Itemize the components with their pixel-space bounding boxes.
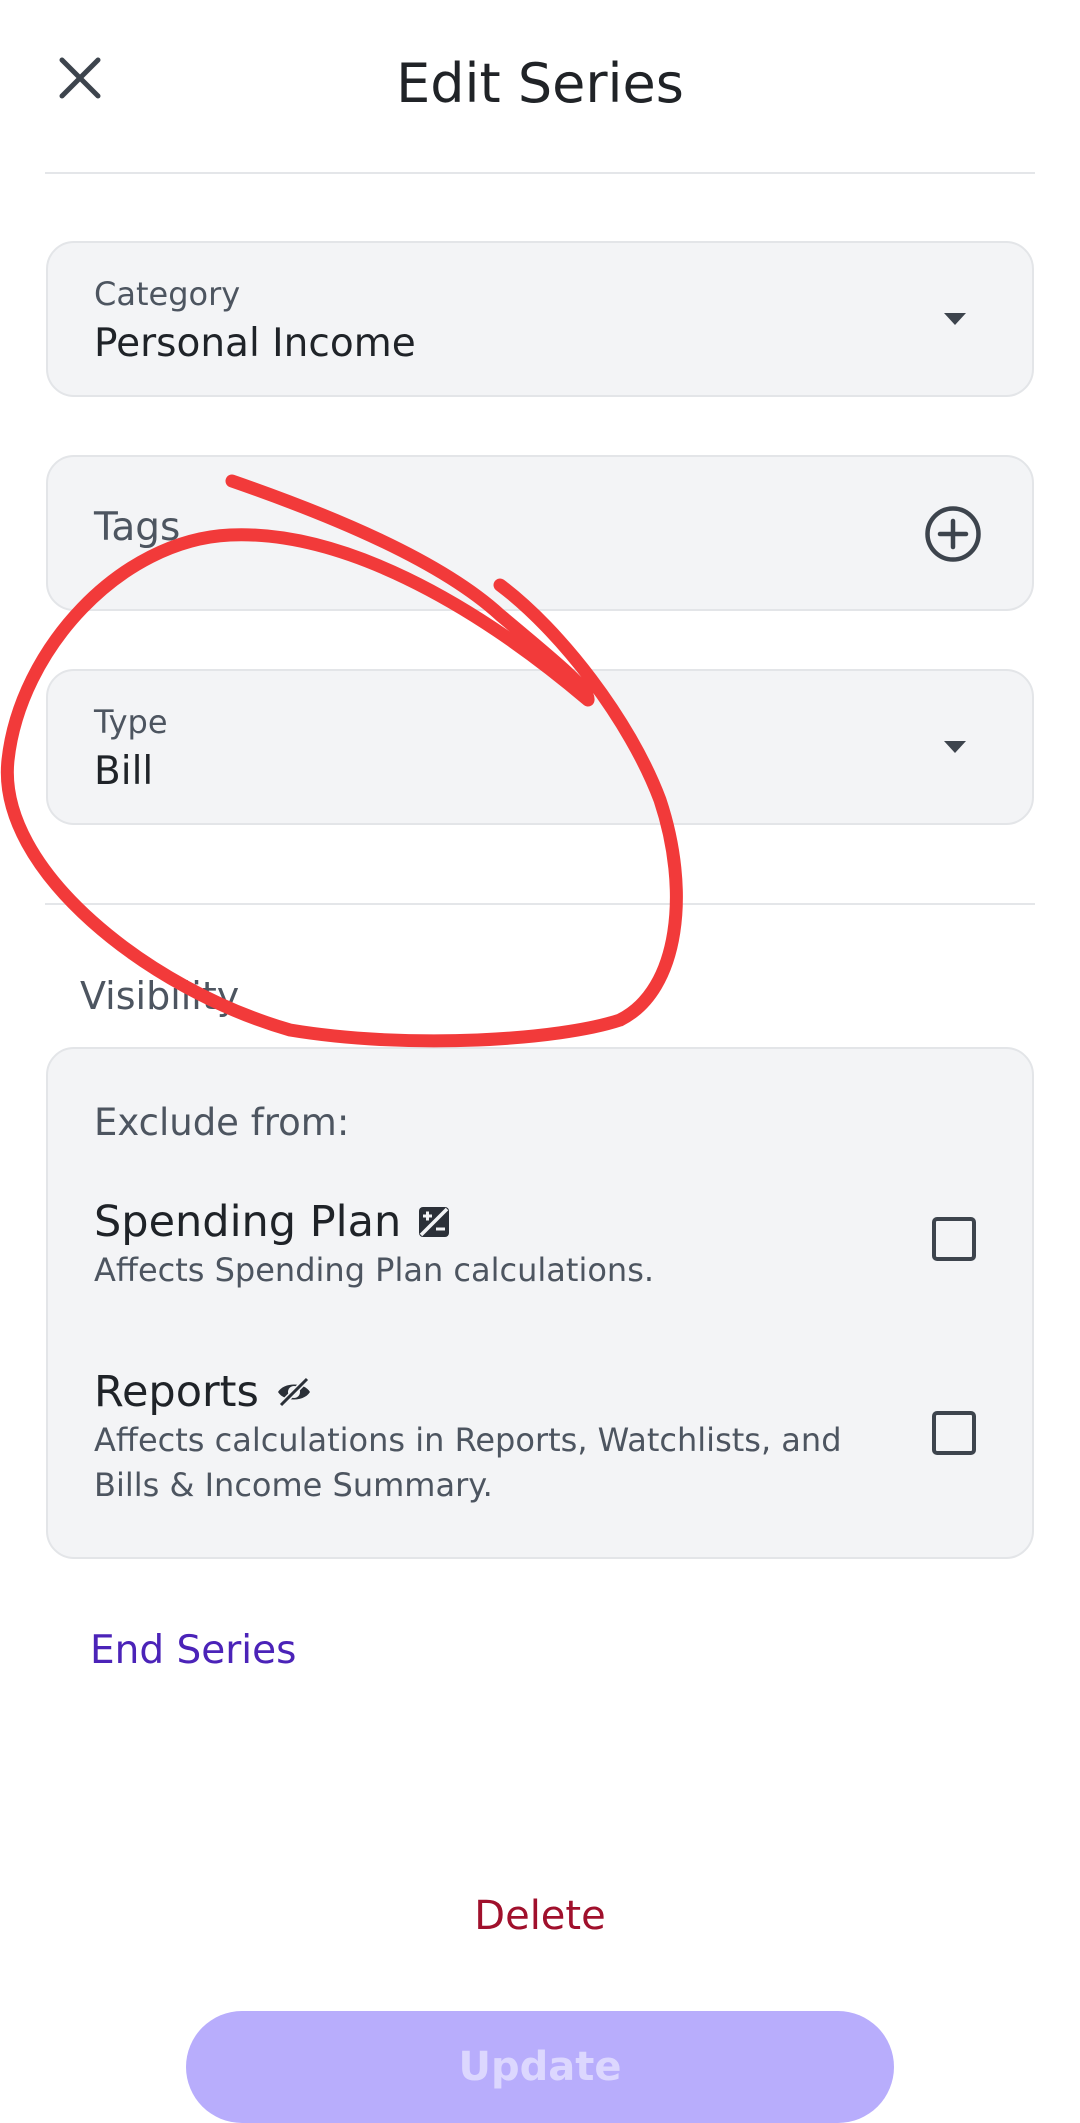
reports-description: Affects calculations in Reports, Watchli…: [94, 1421, 842, 1504]
caret-down-icon: [944, 313, 966, 325]
type-label: Type: [94, 703, 168, 741]
header: Edit Series: [0, 0, 1080, 174]
spending-plan-checkbox[interactable]: [932, 1217, 976, 1261]
reports-checkbox[interactable]: [932, 1411, 976, 1455]
delete-button[interactable]: Delete: [0, 1893, 1080, 1939]
tags-field[interactable]: Tags: [46, 455, 1034, 611]
category-select[interactable]: Category Personal Income: [46, 241, 1034, 397]
exclude-label: Exclude from:: [94, 1101, 350, 1144]
caret-down-icon: [944, 741, 966, 753]
category-label: Category: [94, 275, 241, 313]
spending-plan-description: Affects Spending Plan calculations.: [94, 1251, 655, 1289]
end-series-link[interactable]: End Series: [90, 1628, 296, 1673]
reports-label: Reports: [94, 1367, 259, 1417]
plus-circle-icon[interactable]: [924, 505, 982, 563]
update-button[interactable]: Update: [186, 2011, 894, 2123]
visibility-card: Exclude from: Spending Plan Affects Spen…: [46, 1047, 1034, 1559]
category-value: Personal Income: [94, 321, 416, 366]
section-divider: [45, 903, 1035, 905]
visibility-title: Visibility: [80, 974, 240, 1018]
tags-label: Tags: [94, 505, 181, 550]
header-divider: [45, 172, 1035, 174]
type-select[interactable]: Type Bill: [46, 669, 1034, 825]
eye-off-icon: [277, 1377, 310, 1407]
spending-plan-icon: [419, 1207, 450, 1237]
type-value: Bill: [94, 749, 154, 794]
reports-option-title: Reports: [94, 1367, 313, 1417]
page-title: Edit Series: [396, 52, 684, 115]
spending-plan-option-title: Spending Plan: [94, 1197, 451, 1247]
spending-plan-label: Spending Plan: [94, 1197, 402, 1247]
